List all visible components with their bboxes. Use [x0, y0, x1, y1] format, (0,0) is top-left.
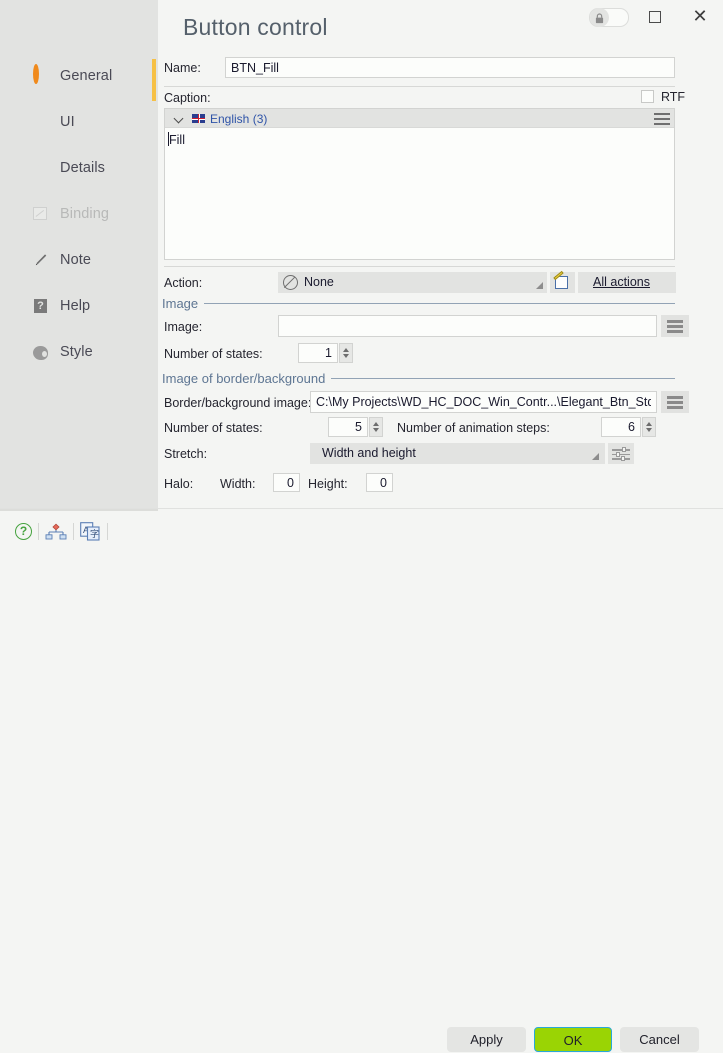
action-label: Action:: [164, 276, 203, 290]
sidebar-item-label: Style: [60, 344, 93, 360]
border-image-label: Border/background image:: [164, 396, 312, 410]
halo-height-input[interactable]: [366, 473, 393, 492]
svg-text:字: 字: [90, 528, 99, 539]
page-title: Button control: [183, 14, 328, 40]
dialog-window: General UI ▼ Details Binding Note ? Help…: [0, 0, 723, 1052]
halo-width-label: Width:: [220, 477, 256, 491]
stretch-value: Width and height: [322, 446, 416, 460]
palette-icon: [32, 343, 50, 361]
all-actions-button[interactable]: All actions: [578, 272, 676, 293]
sidebar-item-style[interactable]: Style: [0, 337, 158, 367]
none-icon: [283, 275, 298, 290]
halo-height-label: Height:: [308, 477, 348, 491]
main-panel: Button control ✕ Name: Caption: RTF: [158, 0, 723, 508]
border-states-input[interactable]: [328, 417, 368, 437]
sidebar-item-label: Details: [60, 160, 106, 176]
orange-ring-icon: [32, 64, 50, 85]
question-box-icon: ?: [32, 297, 50, 315]
chevron-down-icon: [592, 453, 599, 460]
sidebar: General UI ▼ Details Binding Note ? Help…: [0, 0, 158, 508]
chevron-down-icon[interactable]: [175, 114, 184, 123]
halo-width-input[interactable]: [273, 473, 300, 492]
eye-icon: [32, 113, 50, 131]
chevron-down-icon: [536, 282, 543, 289]
lock-icon[interactable]: [589, 8, 629, 27]
sidebar-item-details[interactable]: ▼ Details: [0, 153, 158, 183]
action-value: None: [304, 275, 334, 289]
ok-button[interactable]: OK: [534, 1027, 612, 1052]
help-circle-icon[interactable]: ?: [15, 523, 32, 540]
heart-circle-icon: ▼: [36, 161, 47, 174]
footer-bar: ? A 字 Apply OK Cancel: [0, 508, 723, 1052]
image-browse-button[interactable]: [661, 315, 689, 337]
caption-label: Caption:: [164, 91, 211, 105]
image-states-input[interactable]: [298, 343, 338, 363]
caption-text[interactable]: Fill: [169, 133, 185, 147]
halo-label: Halo:: [164, 477, 194, 491]
uk-flag-icon: [192, 114, 205, 123]
stretch-dropdown[interactable]: Width and height: [310, 443, 605, 464]
rtf-label: RTF: [661, 90, 686, 104]
cancel-button[interactable]: Cancel: [620, 1027, 699, 1052]
sidebar-item-note[interactable]: Note: [0, 245, 158, 275]
sidebar-item-label: General: [60, 68, 113, 84]
sidebar-item-label: Binding: [60, 206, 110, 222]
stretch-label: Stretch:: [164, 447, 208, 461]
border-image-browse-button[interactable]: [661, 391, 689, 413]
image-section-header: Image: [162, 296, 205, 311]
image-input[interactable]: [278, 315, 657, 337]
border-states-label: Number of states:: [164, 421, 263, 435]
caption-editor[interactable]: English (3) Fill: [164, 108, 675, 260]
border-states-stepper[interactable]: [369, 417, 383, 437]
action-dropdown[interactable]: None: [278, 272, 547, 293]
stretch-options-icon[interactable]: [608, 443, 634, 464]
hierarchy-icon[interactable]: [45, 523, 67, 540]
anim-steps-stepper[interactable]: [642, 417, 656, 437]
footer-divider: [0, 509, 158, 511]
binding-icon: [32, 205, 50, 223]
sidebar-item-general[interactable]: General: [0, 61, 158, 91]
anim-steps-input[interactable]: [601, 417, 641, 437]
translate-icon[interactable]: A 字: [80, 522, 100, 541]
maximize-icon[interactable]: [646, 8, 666, 28]
caption-language-label[interactable]: English (3): [210, 112, 267, 126]
caption-language-bar: English (3): [165, 109, 674, 128]
sidebar-item-label: Note: [60, 252, 92, 268]
image-states-label: Number of states:: [164, 347, 263, 361]
sidebar-item-ui[interactable]: UI: [0, 107, 158, 137]
close-icon[interactable]: ✕: [689, 6, 711, 28]
sidebar-item-label: Help: [60, 298, 91, 314]
image-label: Image:: [164, 320, 203, 334]
anim-steps-label: Number of animation steps:: [397, 421, 550, 435]
apply-button[interactable]: Apply: [447, 1027, 526, 1052]
all-actions-label: All actions: [593, 275, 650, 289]
pencil-icon: [32, 251, 50, 269]
rtf-checkbox[interactable]: [641, 90, 654, 103]
image-states-stepper[interactable]: [339, 343, 353, 363]
border-image-input[interactable]: [310, 391, 657, 413]
sidebar-item-help[interactable]: ? Help: [0, 291, 158, 321]
caption-menu-icon[interactable]: [654, 113, 670, 125]
edit-action-button[interactable]: [550, 270, 575, 293]
sidebar-item-label: UI: [60, 114, 75, 130]
name-input[interactable]: [225, 57, 675, 78]
border-section-header: Image of border/background: [162, 371, 332, 386]
sidebar-item-binding[interactable]: Binding: [0, 199, 158, 229]
name-label: Name:: [164, 61, 201, 75]
